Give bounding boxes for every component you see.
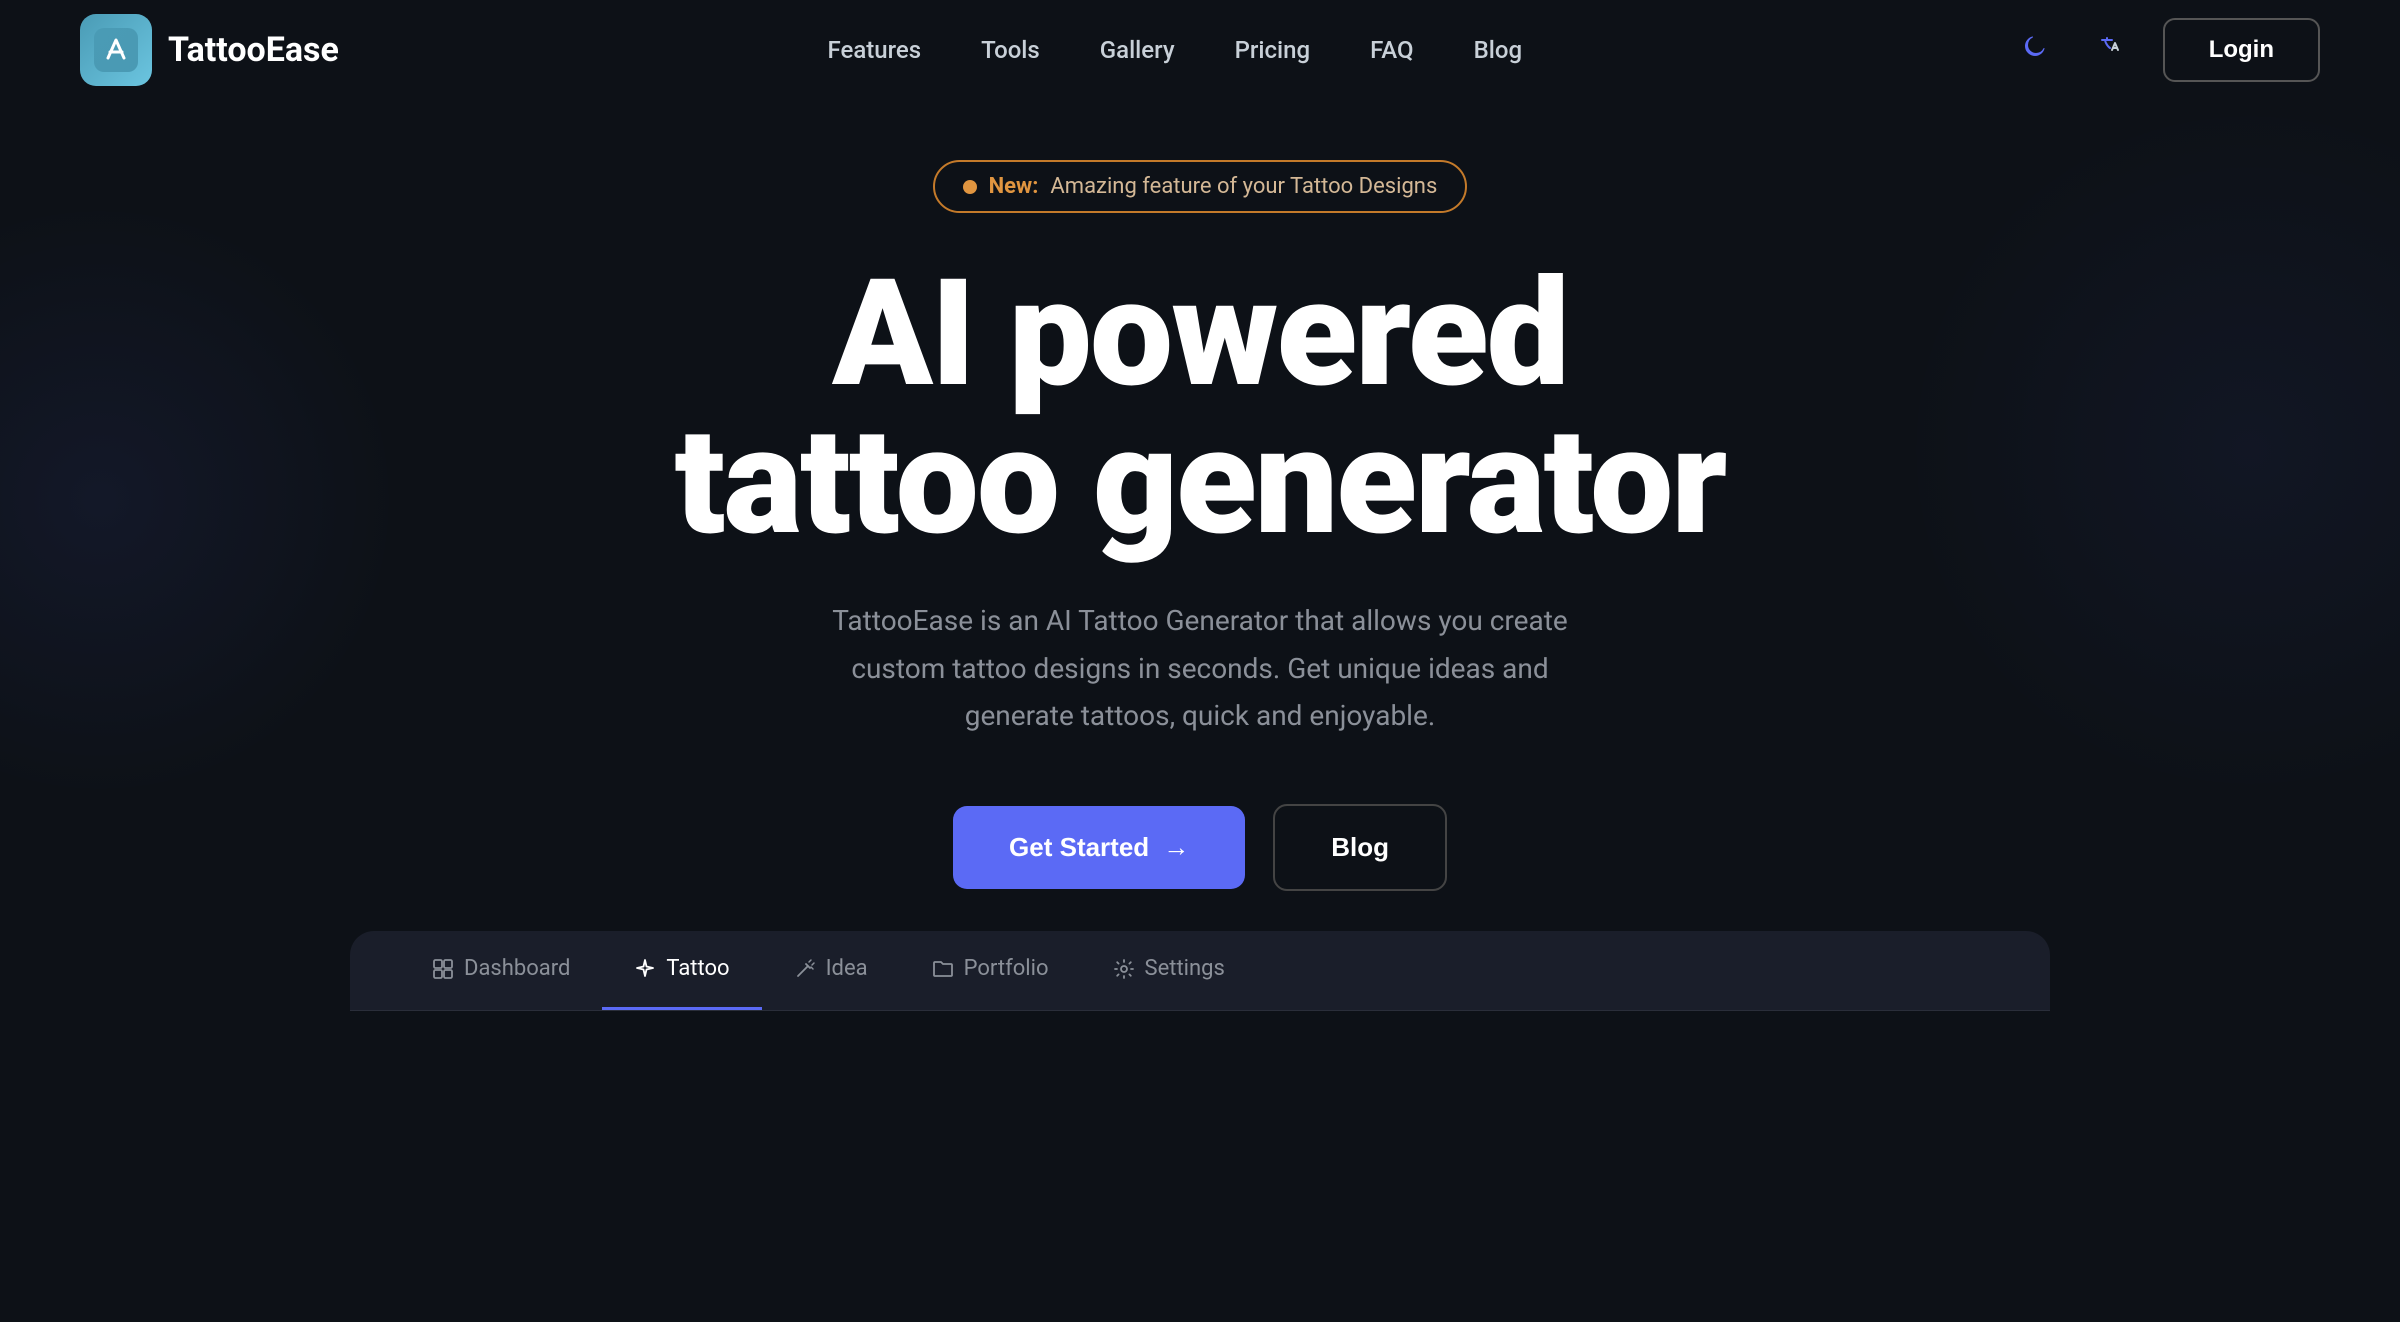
brand-logo-link[interactable]: TattooEase [80, 14, 339, 86]
nav-item-blog[interactable]: Blog [1474, 36, 1523, 64]
sparkle-icon [634, 958, 656, 980]
grid-icon [432, 958, 454, 980]
tab-dashboard[interactable]: Dashboard [400, 931, 602, 1010]
blog-button[interactable]: Blog [1273, 804, 1447, 891]
login-button[interactable]: Login [2163, 18, 2320, 82]
dark-mode-toggle[interactable] [2011, 26, 2059, 74]
nav-item-pricing[interactable]: Pricing [1235, 36, 1311, 64]
hero-cta-buttons: Get Started → Blog [953, 804, 1447, 891]
moon-icon [2021, 33, 2049, 68]
navbar: TattooEase Features Tools Gallery Pricin… [0, 0, 2400, 100]
navbar-actions: Login [2011, 18, 2320, 82]
nav-item-faq[interactable]: FAQ [1370, 36, 1413, 64]
nav-item-gallery[interactable]: Gallery [1100, 36, 1175, 64]
nav-item-tools[interactable]: Tools [981, 36, 1040, 64]
hero-badge: New: Amazing feature of your Tattoo Desi… [933, 160, 1468, 213]
brand-name: TattooEase [168, 30, 339, 70]
hero-title: AI powered tattoo generator [675, 261, 1726, 557]
get-started-label: Get Started [1009, 832, 1149, 863]
hero-subtitle: TattooEase is an AI Tattoo Generator tha… [820, 597, 1580, 740]
hero-section: New: Amazing feature of your Tattoo Desi… [0, 100, 2400, 1011]
brand-logo-icon [80, 14, 152, 86]
translate-icon [2097, 33, 2125, 68]
hero-title-line2: tattoo generator [675, 396, 1726, 569]
nav-item-features[interactable]: Features [828, 36, 922, 64]
tab-dashboard-label: Dashboard [464, 956, 570, 981]
arrow-icon: → [1163, 832, 1189, 863]
badge-dot [963, 180, 977, 194]
get-started-button[interactable]: Get Started → [953, 806, 1245, 889]
translate-toggle[interactable] [2087, 26, 2135, 74]
badge-new-label: New: [989, 174, 1039, 199]
nav-links: Features Tools Gallery Pricing FAQ Blog [828, 36, 1523, 64]
badge-text: Amazing feature of your Tattoo Designs [1050, 174, 1437, 199]
